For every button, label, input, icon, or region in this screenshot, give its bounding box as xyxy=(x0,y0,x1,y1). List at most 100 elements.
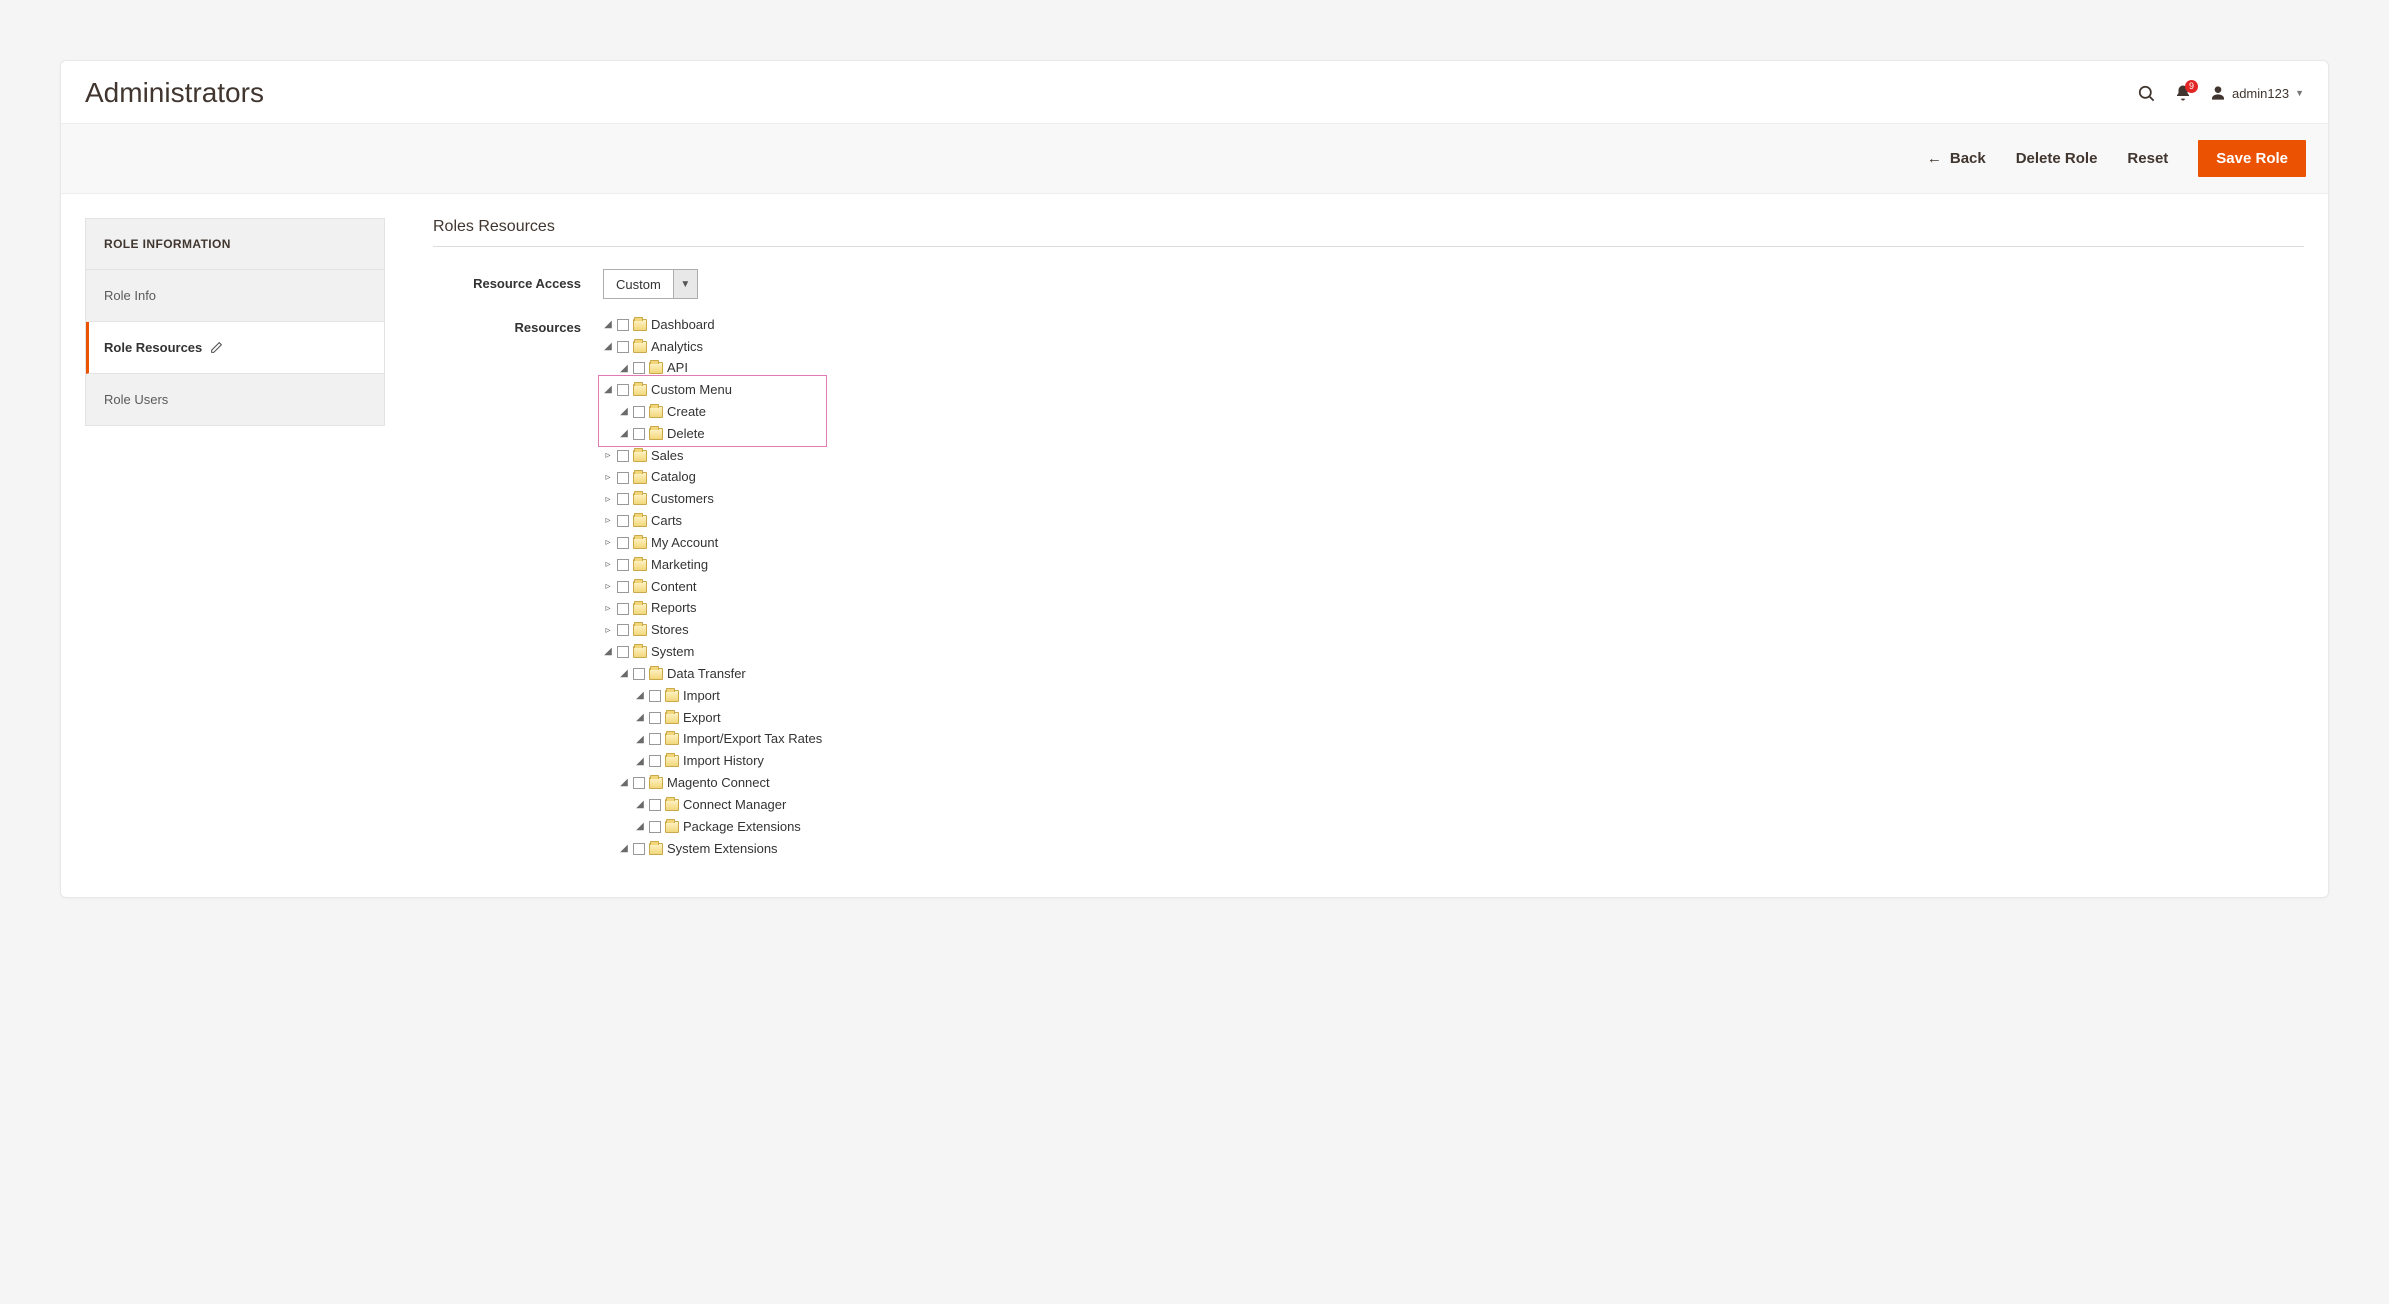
tree-node-magento-connect[interactable]: ◢Magento Connect xyxy=(619,773,770,793)
tree-node-custom-menu[interactable]: ◢Custom Menu xyxy=(603,380,732,400)
toggle-icon[interactable]: ◢ xyxy=(635,732,645,748)
toggle-icon[interactable]: ▹ xyxy=(603,470,613,486)
resource-access-select[interactable]: Custom ▼ xyxy=(603,269,698,299)
sidebar-item-role-users[interactable]: Role Users xyxy=(86,374,384,425)
tree-node-connect-manager[interactable]: ◢Connect Manager xyxy=(635,795,786,815)
content-area: ROLE INFORMATION Role Info Role Resource… xyxy=(61,194,2328,897)
checkbox[interactable] xyxy=(649,799,661,811)
checkbox[interactable] xyxy=(617,603,629,615)
checkbox[interactable] xyxy=(617,341,629,353)
sidebar-item-role-info[interactable]: Role Info xyxy=(86,270,384,322)
page-header: Administrators 9 admin123 ▼ xyxy=(61,61,2328,123)
toggle-icon[interactable]: ▹ xyxy=(603,513,613,529)
toggle-icon[interactable]: ▹ xyxy=(603,579,613,595)
toggle-icon[interactable]: ◢ xyxy=(635,688,645,704)
checkbox[interactable] xyxy=(649,690,661,702)
search-icon[interactable] xyxy=(2137,84,2156,103)
folder-icon xyxy=(649,428,663,440)
tree-node-carts[interactable]: ▹Carts xyxy=(603,511,682,531)
user-menu[interactable]: admin123 ▼ xyxy=(2210,85,2304,101)
sidebar-item-label: Role Users xyxy=(104,392,168,407)
checkbox[interactable] xyxy=(617,515,629,527)
folder-icon xyxy=(633,559,647,571)
reset-button[interactable]: Reset xyxy=(2127,150,2168,167)
checkbox[interactable] xyxy=(617,624,629,636)
toggle-icon[interactable]: ▹ xyxy=(603,535,613,551)
toggle-icon[interactable]: ◢ xyxy=(603,339,613,355)
tree-node-system-extensions[interactable]: ◢System Extensions xyxy=(619,839,778,859)
tree-node-data-transfer[interactable]: ◢Data Transfer xyxy=(619,664,746,684)
tree-node-reports[interactable]: ▹Reports xyxy=(603,598,697,618)
tree-node-sales[interactable]: ▹Sales xyxy=(603,446,684,466)
tree-node-system[interactable]: ◢System xyxy=(603,642,694,662)
toggle-icon[interactable]: ◢ xyxy=(603,644,613,660)
tree-node-import-history[interactable]: ◢Import History xyxy=(635,751,764,771)
checkbox[interactable] xyxy=(649,821,661,833)
notifications-icon[interactable]: 9 xyxy=(2174,84,2192,102)
tree-node-stores[interactable]: ▹Stores xyxy=(603,620,689,640)
checkbox[interactable] xyxy=(633,777,645,789)
tree-node-export[interactable]: ◢Export xyxy=(635,708,721,728)
toggle-icon[interactable]: ◢ xyxy=(619,426,629,442)
tree-node-import-export-tax[interactable]: ◢Import/Export Tax Rates xyxy=(635,729,822,749)
toggle-icon[interactable]: ▹ xyxy=(603,623,613,639)
toggle-icon[interactable]: ◢ xyxy=(635,797,645,813)
checkbox[interactable] xyxy=(617,559,629,571)
tree-node-api[interactable]: ◢API xyxy=(619,358,688,378)
toggle-icon[interactable]: ▹ xyxy=(603,557,613,573)
toggle-icon[interactable]: ◢ xyxy=(619,841,629,857)
toggle-icon[interactable]: ▹ xyxy=(603,448,613,464)
checkbox[interactable] xyxy=(617,581,629,593)
checkbox[interactable] xyxy=(633,428,645,440)
toggle-icon[interactable]: ◢ xyxy=(619,775,629,791)
folder-icon xyxy=(633,646,647,658)
checkbox[interactable] xyxy=(617,537,629,549)
tree-node-dashboard[interactable]: ◢Dashboard xyxy=(603,315,715,335)
checkbox[interactable] xyxy=(617,472,629,484)
resources-tree: ◢Dashboard ◢Analytics ◢API ◢Custom Menu xyxy=(603,313,822,859)
tree-node-import[interactable]: ◢Import xyxy=(635,686,720,706)
save-role-button[interactable]: Save Role xyxy=(2198,140,2306,177)
checkbox[interactable] xyxy=(633,362,645,374)
checkbox[interactable] xyxy=(617,646,629,658)
toggle-icon[interactable]: ◢ xyxy=(619,666,629,682)
checkbox[interactable] xyxy=(649,733,661,745)
checkbox[interactable] xyxy=(633,843,645,855)
tree-node-catalog[interactable]: ▹Catalog xyxy=(603,467,696,487)
header-actions: 9 admin123 ▼ xyxy=(2137,84,2304,103)
checkbox[interactable] xyxy=(617,384,629,396)
back-button[interactable]: ← Back xyxy=(1927,150,1986,167)
tree-node-content[interactable]: ▹Content xyxy=(603,577,697,597)
checkbox[interactable] xyxy=(649,712,661,724)
toggle-icon[interactable]: ◢ xyxy=(603,382,613,398)
tree-node-marketing[interactable]: ▹Marketing xyxy=(603,555,708,575)
checkbox[interactable] xyxy=(633,406,645,418)
sidebar: ROLE INFORMATION Role Info Role Resource… xyxy=(85,218,385,426)
checkbox[interactable] xyxy=(617,450,629,462)
tree-node-create[interactable]: ◢Create xyxy=(619,402,706,422)
toggle-icon[interactable]: ◢ xyxy=(635,754,645,770)
checkbox[interactable] xyxy=(617,319,629,331)
folder-icon xyxy=(633,319,647,331)
toggle-icon[interactable]: ▹ xyxy=(603,492,613,508)
checkbox[interactable] xyxy=(617,493,629,505)
checkbox[interactable] xyxy=(649,755,661,767)
sidebar-item-role-resources[interactable]: Role Resources xyxy=(86,322,384,374)
toggle-icon[interactable]: ◢ xyxy=(619,361,629,377)
tree-node-my-account[interactable]: ▹My Account xyxy=(603,533,718,553)
resources-field: Resources ◢Dashboard ◢Analytics ◢API xyxy=(433,313,2304,859)
toggle-icon[interactable]: ◢ xyxy=(619,404,629,420)
tree-node-customers[interactable]: ▹Customers xyxy=(603,489,714,509)
delete-role-button[interactable]: Delete Role xyxy=(2016,150,2098,167)
toggle-icon[interactable]: ▹ xyxy=(603,601,613,617)
checkbox[interactable] xyxy=(633,668,645,680)
toggle-icon[interactable]: ◢ xyxy=(635,710,645,726)
tree-node-analytics[interactable]: ◢Analytics xyxy=(603,337,703,357)
notification-badge: 9 xyxy=(2185,80,2198,93)
tree-node-delete[interactable]: ◢Delete xyxy=(619,424,705,444)
action-toolbar: ← Back Delete Role Reset Save Role xyxy=(61,123,2328,194)
folder-icon xyxy=(633,450,647,462)
toggle-icon[interactable]: ◢ xyxy=(635,819,645,835)
toggle-icon[interactable]: ◢ xyxy=(603,317,613,333)
tree-node-package-extensions[interactable]: ◢Package Extensions xyxy=(635,817,801,837)
